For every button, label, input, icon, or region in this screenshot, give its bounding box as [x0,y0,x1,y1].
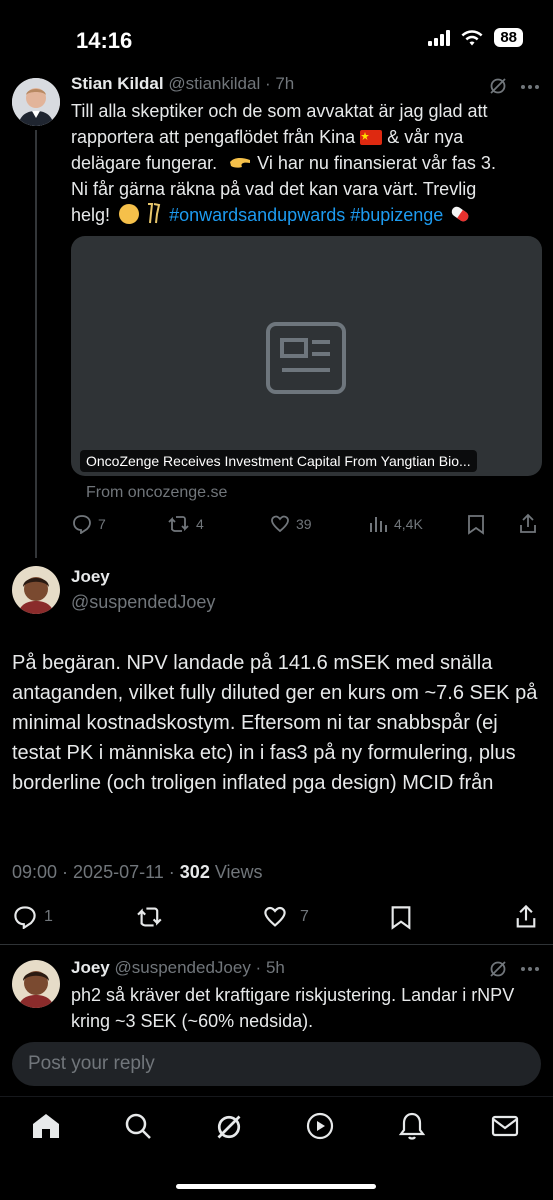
tweet1-text: Till alla skeptiker och de som avvaktat … [71,101,496,225]
search-icon[interactable] [124,1112,152,1140]
heart-icon [264,906,286,927]
battery-indicator: 88 [494,28,523,47]
bookmark-icon[interactable] [467,514,485,535]
reply-text: ph2 så kräver det kraftigare riskjusteri… [71,985,515,1031]
avatar[interactable] [12,78,60,126]
views-count: 4,4K [394,516,423,532]
bell-icon[interactable] [398,1111,426,1141]
grok-icon[interactable] [488,959,508,979]
author-name[interactable]: Joey [71,958,110,977]
retweet-count: 4 [196,516,204,532]
cellular-signal-icon [428,29,451,46]
main-tweet-text: På begäran. NPV landade på 141.6 mSEK me… [12,652,538,794]
hashtags[interactable]: #onwardsandupwards #bupizenge [169,205,443,225]
handle-time[interactable]: @stiankildal · 7h [168,74,294,93]
author-name[interactable]: Joey [71,567,110,587]
grok-icon[interactable] [214,1112,244,1142]
home-icon[interactable] [31,1112,61,1140]
home-indicator[interactable] [176,1184,376,1189]
views-button[interactable]: 4,4K [368,514,423,534]
author-handle[interactable]: @suspendedJoey [71,592,215,613]
retweet-icon [168,516,189,532]
card-source[interactable]: From oncozenge.se [86,484,227,502]
views-icon [370,517,387,532]
mail-icon[interactable] [491,1114,519,1138]
share-icon[interactable] [518,513,538,535]
grok-icon[interactable] [488,76,508,96]
thread-line [35,130,37,558]
tweet-meta: 09:00 · 2025-07-11 · 302 Views [12,862,263,883]
status-bar: 14:16 88 [0,0,553,80]
status-icons: 88 [428,28,523,47]
share-icon[interactable] [514,904,538,930]
more-options-icon[interactable] [520,84,540,90]
video-icon[interactable] [306,1112,334,1140]
avatar[interactable] [12,960,60,1008]
reply-icon [14,906,36,929]
timestamp: 09:00 · 2025-07-11 · [12,862,175,882]
retweet-button[interactable]: 4 [168,514,204,534]
status-time: 14:16 [76,28,133,53]
champagne-glasses-icon [148,203,161,224]
pill-icon [452,206,469,222]
retweet-icon[interactable] [136,905,164,929]
wifi-icon [461,29,483,45]
grinning-face-icon [119,204,140,224]
reply-input[interactable]: Post your reply [12,1042,541,1086]
card-title[interactable]: OncoZenge Receives Investment Capital Fr… [80,450,477,472]
views-count: 302 [179,862,210,882]
more-options-icon[interactable] [520,966,540,972]
like-button[interactable]: 39 [270,514,312,534]
like-count: 39 [296,516,312,532]
handle-time[interactable]: @suspendedJoey · 5h [114,958,284,977]
reply-button[interactable]: 7 [72,514,106,534]
like-count: 7 [300,908,309,925]
pointing-hand-icon [230,157,251,168]
reply-count: 1 [44,908,53,925]
divider [0,944,553,945]
avatar[interactable] [12,566,60,614]
reply-button[interactable]: 1 [12,905,53,929]
author-name[interactable]: Stian Kildal [71,74,164,93]
tweet1-header: Stian Kildal @stiankildal · 7h [71,74,294,94]
views-label: Views [214,862,263,882]
bookmark-icon[interactable] [390,905,412,930]
article-placeholder-icon [266,322,346,394]
reply-header: Joey @suspendedJoey · 5h [71,958,285,978]
reply-count: 7 [98,516,106,532]
china-flag-icon [360,130,383,145]
reply-icon [73,515,91,534]
heart-icon [271,515,289,533]
like-button[interactable]: 7 [262,905,309,929]
link-card[interactable] [71,236,542,476]
